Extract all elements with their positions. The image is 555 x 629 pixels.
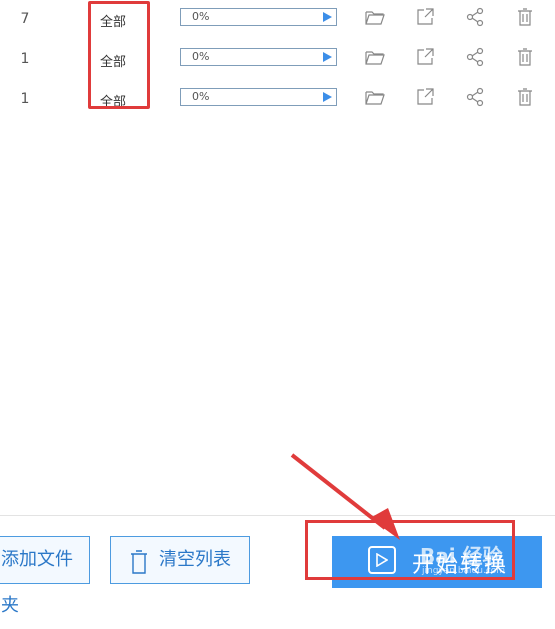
progress-bar: 0% bbox=[180, 48, 337, 66]
folder-icon[interactable] bbox=[364, 86, 386, 108]
folder-icon[interactable] bbox=[364, 46, 386, 68]
open-external-icon[interactable] bbox=[414, 6, 436, 28]
play-icon[interactable] bbox=[323, 92, 332, 102]
play-icon[interactable] bbox=[323, 52, 332, 62]
clear-list-label: 清空列表 bbox=[159, 549, 231, 570]
delete-icon[interactable] bbox=[514, 86, 536, 108]
progress-percent: 0% bbox=[192, 10, 210, 23]
progress-bar: 0% bbox=[180, 88, 337, 106]
share-icon[interactable] bbox=[464, 86, 486, 108]
watermark: Bai 经验 bbox=[420, 544, 503, 568]
share-icon[interactable] bbox=[464, 6, 486, 28]
file-count: 1 bbox=[20, 51, 30, 67]
file-count: 1 bbox=[20, 91, 30, 107]
delete-icon[interactable] bbox=[514, 6, 536, 28]
table-row: 7 全部 0% bbox=[0, 0, 555, 40]
share-icon[interactable] bbox=[464, 46, 486, 68]
play-icon[interactable] bbox=[323, 12, 332, 22]
progress-bar: 0% bbox=[180, 8, 337, 26]
table-row: 1 全部 0% bbox=[0, 40, 555, 80]
watermark-sub: jingyan.baidu.com bbox=[422, 566, 506, 576]
table-row: 1 全部 0% bbox=[0, 80, 555, 120]
clear-list-button[interactable]: 清空列表 bbox=[110, 536, 250, 584]
open-external-icon[interactable] bbox=[414, 46, 436, 68]
add-folder-button[interactable]: 添加文件夹 bbox=[0, 536, 90, 616]
trash-icon bbox=[129, 547, 149, 593]
progress-percent: 0% bbox=[192, 90, 210, 103]
folder-icon[interactable] bbox=[364, 6, 386, 28]
add-folder-label: 添加文件夹 bbox=[1, 549, 73, 616]
annotation-highlight-pages bbox=[88, 1, 150, 109]
delete-icon[interactable] bbox=[514, 46, 536, 68]
progress-percent: 0% bbox=[192, 50, 210, 63]
open-external-icon[interactable] bbox=[414, 86, 436, 108]
file-count: 7 bbox=[20, 11, 30, 27]
